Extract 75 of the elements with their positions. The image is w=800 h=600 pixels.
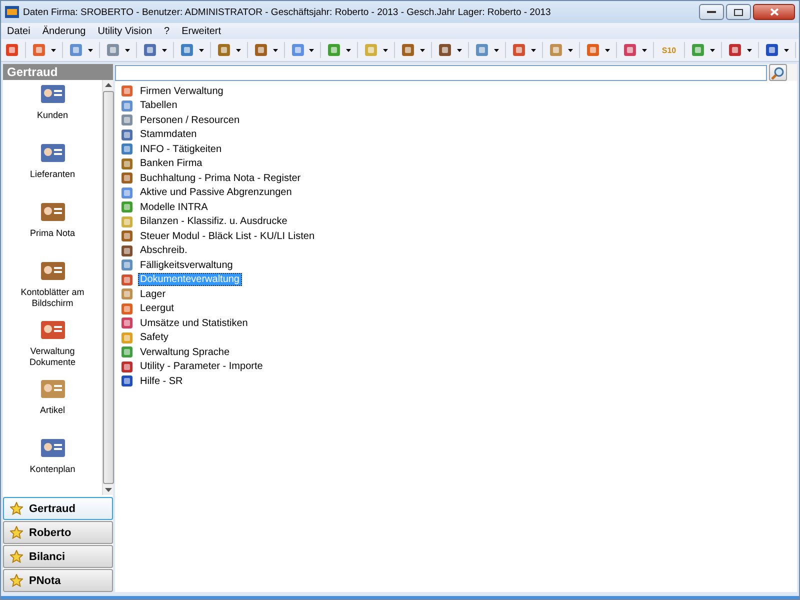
caret-icon[interactable]	[747, 48, 752, 52]
scrollbar[interactable]	[102, 80, 113, 495]
search-field[interactable]	[115, 64, 767, 80]
star-icon	[10, 502, 23, 515]
maximize-button[interactable]	[726, 4, 751, 20]
caret-icon[interactable]	[457, 48, 462, 52]
tree-item[interactable]: Steuer Modul - Bläck List - KU/LI Listen	[138, 230, 317, 243]
caret-icon[interactable]	[420, 48, 426, 52]
menu-item[interactable]: ?	[164, 26, 170, 36]
group-button[interactable]: Bilanci	[3, 545, 113, 568]
scroll-down-icon[interactable]	[104, 488, 112, 492]
tree-item[interactable]: Hilfe - SR	[138, 374, 185, 388]
close-button[interactable]	[753, 4, 795, 20]
caret-icon[interactable]	[383, 48, 388, 52]
close-icon	[770, 8, 778, 16]
caret-icon[interactable]	[88, 48, 93, 52]
tree-item[interactable]: INFO - Tätigkeiten	[138, 142, 224, 156]
group-button[interactable]: Gertraud	[3, 497, 113, 520]
shortcut-label[interactable]: Kontoblätter am Bildschirm	[8, 287, 98, 309]
search-icon	[771, 66, 785, 80]
caret-icon[interactable]	[604, 48, 610, 52]
group-button[interactable]: PNota	[3, 569, 113, 592]
scroll-up-icon[interactable]	[104, 83, 112, 87]
caret-icon[interactable]	[272, 48, 278, 52]
caret-icon[interactable]	[568, 48, 574, 52]
caret-icon[interactable]	[346, 48, 352, 52]
shortcut-label[interactable]: Kunden	[8, 110, 98, 121]
tree-item[interactable]: Verwaltung Sprache	[138, 346, 232, 359]
caret-icon[interactable]	[124, 48, 130, 52]
tree-item[interactable]: Bilanzen - Klassifiz. u. Ausdrucke	[138, 215, 290, 228]
minimize-icon	[707, 10, 716, 14]
caret-icon[interactable]	[784, 48, 789, 52]
tree-item[interactable]: Umsätze und Statistiken	[138, 316, 250, 330]
menu-item[interactable]: Datei	[7, 26, 30, 36]
menu-item[interactable]: Änderung	[42, 26, 86, 36]
tree-item[interactable]: Firmen Verwaltung	[138, 84, 226, 98]
caret-icon[interactable]	[531, 48, 536, 52]
minimize-button[interactable]	[699, 4, 724, 20]
tree-item[interactable]: Banken Firma	[138, 157, 204, 170]
panel-header: Gertraud	[3, 64, 113, 80]
shortcut-label[interactable]: Artikel	[8, 405, 98, 416]
tree-item[interactable]: Tabellen	[138, 99, 180, 112]
caret-icon[interactable]	[236, 48, 241, 52]
star-icon	[10, 526, 23, 539]
search-button[interactable]	[769, 64, 787, 81]
tree-item[interactable]: Personen / Resourcen	[138, 114, 242, 127]
window-title: Daten Firma: SROBERTO - Benutzer: ADMINISTRATOR - Geschäftsjahr: Roberto - 2013 - Gesch.Jahr Lager: Roberto - 2013	[23, 6, 552, 18]
tree-item[interactable]: Abschreib.	[138, 244, 190, 258]
tree-item[interactable]: Safety	[138, 331, 170, 344]
caret-icon[interactable]	[710, 48, 716, 52]
tree-item[interactable]: Lager	[138, 288, 168, 301]
tree-item[interactable]: Modelle INTRA	[138, 200, 210, 214]
caret-icon[interactable]	[494, 48, 500, 52]
shortcut-label[interactable]: Kontenplan	[8, 464, 98, 475]
star-icon	[10, 550, 23, 563]
menu-item[interactable]: Utility Vision	[98, 26, 152, 36]
shortcut-label[interactable]: Prima Nota	[8, 228, 98, 239]
tree-item[interactable]: Fälligkeitsverwaltung	[138, 258, 235, 272]
app-logo-icon	[5, 6, 19, 18]
tree-item[interactable]: Aktive und Passive Abgrenzungen	[138, 186, 294, 200]
menu-item[interactable]: Erweitert	[182, 26, 222, 36]
maximize-icon	[734, 8, 743, 16]
caret-icon[interactable]	[642, 48, 647, 52]
star-icon	[10, 574, 23, 587]
tree-item[interactable]: Leergut	[138, 302, 176, 316]
shortcut-label[interactable]: Verwaltung Dokumente	[8, 346, 98, 368]
caret-icon[interactable]	[50, 48, 56, 52]
tree-item[interactable]: Stammdaten	[138, 128, 199, 142]
tree-item[interactable]: Utility - Parameter - Importe	[138, 360, 265, 374]
caret-icon[interactable]	[162, 48, 167, 52]
caret-icon[interactable]	[198, 48, 204, 52]
group-button[interactable]: Roberto	[3, 521, 113, 544]
caret-icon[interactable]	[309, 48, 314, 52]
tree-item[interactable]: Buchhaltung - Prima Nota - Register	[138, 172, 303, 185]
shortcut-label[interactable]: Lieferanten	[8, 169, 98, 180]
